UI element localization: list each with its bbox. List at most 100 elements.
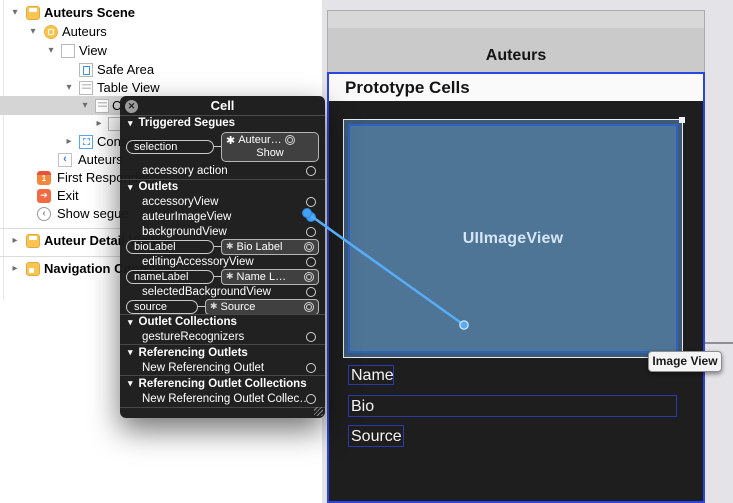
segue-target-box[interactable]: ✱ Auteur… Show xyxy=(221,131,319,162)
disclosure-down-icon[interactable]: ▾ xyxy=(78,96,92,115)
row-auteurImageView[interactable]: auteurImageView xyxy=(120,209,325,224)
outlet-pill[interactable]: source xyxy=(126,299,198,314)
resize-handle[interactable] xyxy=(679,117,685,123)
row-accessoryView[interactable]: accessoryView xyxy=(120,194,325,209)
connect-circle-icon[interactable] xyxy=(306,226,316,237)
section-outlets[interactable]: ▾ Outlets xyxy=(120,179,325,194)
row-backgroundView[interactable]: backgroundView xyxy=(120,224,325,239)
row-nameLabel[interactable]: nameLabel ✱ Name L… xyxy=(120,268,325,285)
connect-circle-icon[interactable] xyxy=(306,362,316,373)
connect-circle-active-icon[interactable] xyxy=(306,211,316,222)
connector-line xyxy=(214,146,221,147)
disclosure-right-icon[interactable]: ▸ xyxy=(8,231,22,250)
connected-ring-icon[interactable] xyxy=(304,271,314,282)
row-label: gestureRecognizers xyxy=(142,330,245,343)
navigation-controller-icon xyxy=(26,261,40,276)
outlet-target-box[interactable]: ✱ Source xyxy=(205,298,319,315)
row-label: New Referencing Outlet Collec… xyxy=(142,393,306,405)
disclosure-down-icon[interactable]: ▾ xyxy=(128,118,133,129)
outline-label: Exit xyxy=(57,188,79,203)
table-view-cell[interactable]: UIImageView Name Bio Source xyxy=(329,101,703,501)
close-icon[interactable]: ✕ xyxy=(125,99,138,113)
table-view-selected[interactable]: Prototype Cells UIImageView Name Bio Sou… xyxy=(327,72,705,503)
row-selection-segue[interactable]: selection ✱ Auteur… Show xyxy=(120,130,325,163)
bio-label[interactable]: Bio xyxy=(348,395,677,417)
row-bioLabel[interactable]: bioLabel ✱ Bio Label xyxy=(120,238,325,255)
connections-panel[interactable]: Cell ✕ ▾ Triggered Segues selection ✱ Au… xyxy=(120,96,325,418)
outlet-target-box[interactable]: ✱ Bio Label xyxy=(221,238,319,255)
section-label: Outlet Collections xyxy=(138,316,237,328)
connect-circle-icon[interactable] xyxy=(306,256,316,267)
section-triggered-segues[interactable]: ▾ Triggered Segues xyxy=(120,116,325,130)
disclosure-down-icon[interactable]: ▾ xyxy=(128,347,133,358)
connect-circle-icon[interactable] xyxy=(306,331,316,342)
panel-footer xyxy=(120,407,325,418)
simulated-status-bar xyxy=(327,10,705,28)
row-source[interactable]: source ✱ Source xyxy=(120,298,325,315)
outline-row-auteurs-scene[interactable]: ▾ Auteurs Scene xyxy=(0,3,322,22)
navigation-bar-title[interactable]: Auteurs xyxy=(486,47,546,65)
disclosure-down-icon[interactable]: ▾ xyxy=(44,41,58,60)
row-accessory-action[interactable]: accessory action xyxy=(120,163,325,179)
panel-title: Cell xyxy=(210,98,235,113)
outlet-target-label: Bio Label xyxy=(236,240,283,253)
row-label: New Referencing Outlet xyxy=(142,361,265,374)
row-new-referencing-outlet[interactable]: New Referencing Outlet xyxy=(120,360,325,375)
connect-circle-icon[interactable] xyxy=(306,196,316,207)
segue-source-pill[interactable]: selection xyxy=(126,139,214,154)
adjacent-scene-edge xyxy=(705,342,733,344)
disclosure-right-icon[interactable]: ▸ xyxy=(8,259,22,278)
section-label: Outlets xyxy=(138,181,179,193)
scene-icon xyxy=(26,5,40,20)
disclosure-down-icon[interactable]: ▾ xyxy=(128,378,133,389)
row-selectedBackgroundView[interactable]: selectedBackgroundView xyxy=(120,284,325,299)
first-responder-icon: 1 xyxy=(37,170,51,185)
ib-object-icon: ✱ xyxy=(226,241,234,251)
view-icon xyxy=(61,43,75,58)
outlet-pill[interactable]: bioLabel xyxy=(126,239,214,254)
view-controller-icon xyxy=(44,24,58,39)
connector-line xyxy=(198,306,205,307)
section-referencing-outlet-collections[interactable]: ▾ Referencing Outlet Collections xyxy=(120,375,325,391)
segue-target-label: Auteur… xyxy=(238,134,282,146)
row-editingAccessoryView[interactable]: editingAccessoryView xyxy=(120,254,325,269)
source-label[interactable]: Source xyxy=(348,425,404,447)
disclosure-down-icon[interactable]: ▾ xyxy=(62,78,76,97)
row-gestureRecognizers[interactable]: gestureRecognizers xyxy=(120,329,325,344)
image-view-inner[interactable]: UIImageView xyxy=(348,124,678,353)
connect-circle-icon[interactable] xyxy=(306,286,316,297)
outline-row-safe-area[interactable]: Safe Area xyxy=(0,60,322,79)
auteur-image-view[interactable]: UIImageView xyxy=(343,117,685,358)
storyboard-canvas[interactable]: Auteurs Prototype Cells UIImageView Name… xyxy=(322,0,733,503)
section-referencing-outlets[interactable]: ▾ Referencing Outlets xyxy=(120,344,325,360)
navigation-bar[interactable]: Auteurs xyxy=(327,28,705,72)
disclosure-right-icon[interactable]: ▸ xyxy=(92,114,106,133)
connected-ring-icon[interactable] xyxy=(284,135,295,145)
outline-label: View xyxy=(79,43,107,58)
outline-row-view[interactable]: ▾ View xyxy=(0,41,322,60)
outlet-target-box[interactable]: ✱ Name L… xyxy=(221,268,319,285)
disclosure-down-icon[interactable]: ▾ xyxy=(128,317,133,328)
connected-ring-icon[interactable] xyxy=(304,301,314,312)
drag-target-tooltip: Image View xyxy=(648,351,722,372)
section-label: Triggered Segues xyxy=(138,117,236,129)
table-view-icon xyxy=(79,80,93,95)
row-new-referencing-outlet-collection[interactable]: New Referencing Outlet Collec… xyxy=(120,391,325,407)
disclosure-right-icon[interactable]: ▸ xyxy=(62,132,76,151)
resize-grip-icon[interactable] xyxy=(314,407,323,416)
disclosure-down-icon[interactable]: ▾ xyxy=(128,182,133,193)
connect-circle-icon[interactable] xyxy=(306,394,316,404)
name-label[interactable]: Name xyxy=(348,365,394,385)
outline-row-table-view[interactable]: ▾ Table View xyxy=(0,78,322,97)
panel-title-bar[interactable]: Cell ✕ xyxy=(120,96,325,116)
segue-kind-label: Show xyxy=(256,146,284,159)
outline-row-view-controller[interactable]: ▾ Auteurs xyxy=(0,22,322,41)
section-outlet-collections[interactable]: ▾ Outlet Collections xyxy=(120,314,325,329)
connected-ring-icon[interactable] xyxy=(304,241,314,252)
scene-icon xyxy=(26,233,40,248)
auteurs-scene-frame[interactable]: Auteurs Prototype Cells UIImageView Name… xyxy=(327,10,705,503)
disclosure-down-icon[interactable]: ▾ xyxy=(8,3,22,22)
connect-circle-icon[interactable] xyxy=(306,166,316,176)
disclosure-down-icon[interactable]: ▾ xyxy=(26,22,40,41)
outlet-pill[interactable]: nameLabel xyxy=(126,269,214,284)
